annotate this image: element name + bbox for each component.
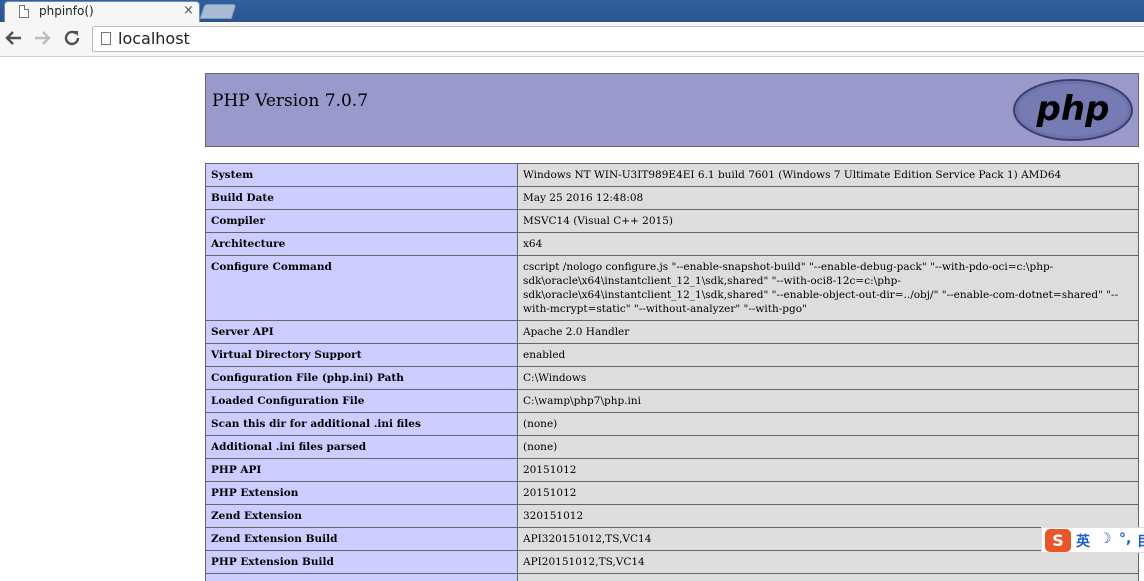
row-value: May 25 2016 12:48:08 [517, 186, 1139, 210]
table-row: Loaded Configuration File C:\wamp\php7\ph… [205, 389, 1139, 413]
table-row: Scan this dir for additional .ini files(… [205, 412, 1139, 436]
row-key: Configure Command [205, 255, 518, 321]
row-value: enabled [517, 343, 1139, 367]
table-row: System Windows NT WIN-U3IT989E4EI 6.1 bui… [205, 163, 1139, 187]
ime-toolbar[interactable]: S 英 ☽ °, 目 [1041, 527, 1144, 553]
table-row: PHP Extension Build API20151012,TS,VC14 [205, 550, 1139, 574]
table-row: Compiler MSVC14 (Visual C++ 2015) [205, 209, 1139, 233]
row-key: Server API [205, 320, 518, 344]
ime-more-button[interactable]: 目 [1137, 531, 1144, 551]
row-key: Compiler [205, 209, 518, 233]
ime-punctuation-toggle[interactable]: °, [1119, 531, 1131, 547]
row-value: x64 [517, 232, 1139, 256]
table-row: Additional .ini files parsed (none) [205, 435, 1139, 459]
row-key: PHP Extension [205, 481, 518, 505]
table-row: Build Date May 25 2016 12:48:08 [205, 186, 1139, 210]
table-row: PHP Extension 20151012 [205, 481, 1139, 505]
page-icon [101, 32, 111, 45]
url-text[interactable]: localhost [118, 29, 190, 48]
row-key: Zend Extension [205, 504, 518, 528]
arrow-right-icon[interactable] [31, 27, 53, 49]
table-row: Configuration File (php.ini) Path C:\Wind… [205, 366, 1139, 390]
tab-title: phpinfo() [39, 4, 94, 18]
row-key: Scan this dir for additional .ini files [205, 412, 518, 436]
php-info-table: System Windows NT WIN-U3IT989E4EI 6.1 bui… [205, 163, 1139, 581]
page-title: PHP Version 7.0.7 [212, 91, 369, 111]
row-value: Windows NT WIN-U3IT989E4EI 6.1 build 760… [517, 163, 1139, 187]
table-row: PHP API 20151012 [205, 458, 1139, 482]
table-row: Architecture x64 [205, 232, 1139, 256]
row-value: (none) [517, 435, 1139, 459]
row-value: C:\Windows [517, 366, 1139, 390]
row-key: Configuration File (php.ini) Path [205, 366, 518, 390]
row-value: MSVC14 (Visual C++ 2015) [517, 209, 1139, 233]
new-tab-button[interactable] [199, 4, 237, 19]
row-key: Build Date [205, 186, 518, 210]
row-key: PHP API [205, 458, 518, 482]
page-icon [19, 5, 29, 18]
row-key: PHP Extension Build [205, 550, 518, 574]
row-key [205, 573, 518, 581]
row-value: C:\wamp\php7\php.ini [517, 389, 1139, 413]
page-viewport: PHP Version 7.0.7 php System Windows NT W… [0, 57, 1144, 581]
row-value: cscript /nologo configure.js "--enable-s… [517, 255, 1139, 321]
row-value: 20151012 [517, 481, 1139, 505]
table-row: Virtual Directory Support enabled [205, 343, 1139, 367]
php-header: PHP Version 7.0.7 php [205, 73, 1139, 147]
row-key: Architecture [205, 232, 518, 256]
table-row [205, 573, 1139, 581]
info-rows: System Windows NT WIN-U3IT989E4EI 6.1 bui… [205, 163, 1139, 581]
php-logo: php [1013, 79, 1133, 141]
row-key: Additional .ini files parsed [205, 435, 518, 459]
tab-strip: phpinfo() × [0, 0, 1144, 22]
reload-icon[interactable] [61, 27, 83, 49]
row-key: Zend Extension Build [205, 527, 518, 551]
table-row: Zend Extension 320151012 [205, 504, 1139, 528]
row-key: Virtual Directory Support [205, 343, 518, 367]
sogou-icon[interactable]: S [1045, 529, 1071, 552]
row-key: System [205, 163, 518, 187]
row-value: API20151012,TS,VC14 [517, 550, 1139, 574]
address-bar[interactable]: localhost [92, 26, 1144, 52]
row-key: Loaded Configuration File [205, 389, 518, 413]
close-icon[interactable]: × [183, 3, 194, 19]
php-logo-text: php [1036, 89, 1110, 129]
moon-icon[interactable]: ☽ [1099, 531, 1112, 547]
browser-toolbar: localhost [0, 22, 1144, 57]
row-value: (none) [517, 412, 1139, 436]
table-row: Configure Command cscript /nologo configu… [205, 255, 1139, 321]
table-row: Zend Extension Build API320151012,TS,VC14 [205, 527, 1139, 551]
row-value [517, 573, 1139, 581]
row-value: 320151012 [517, 504, 1139, 528]
row-value: Apache 2.0 Handler [517, 320, 1139, 344]
ime-language-toggle[interactable]: 英 [1076, 531, 1090, 551]
row-value: 20151012 [517, 458, 1139, 482]
table-row: Server API Apache 2.0 Handler [205, 320, 1139, 344]
arrow-left-icon[interactable] [3, 27, 25, 49]
browser-tab[interactable]: phpinfo() × [4, 1, 200, 22]
